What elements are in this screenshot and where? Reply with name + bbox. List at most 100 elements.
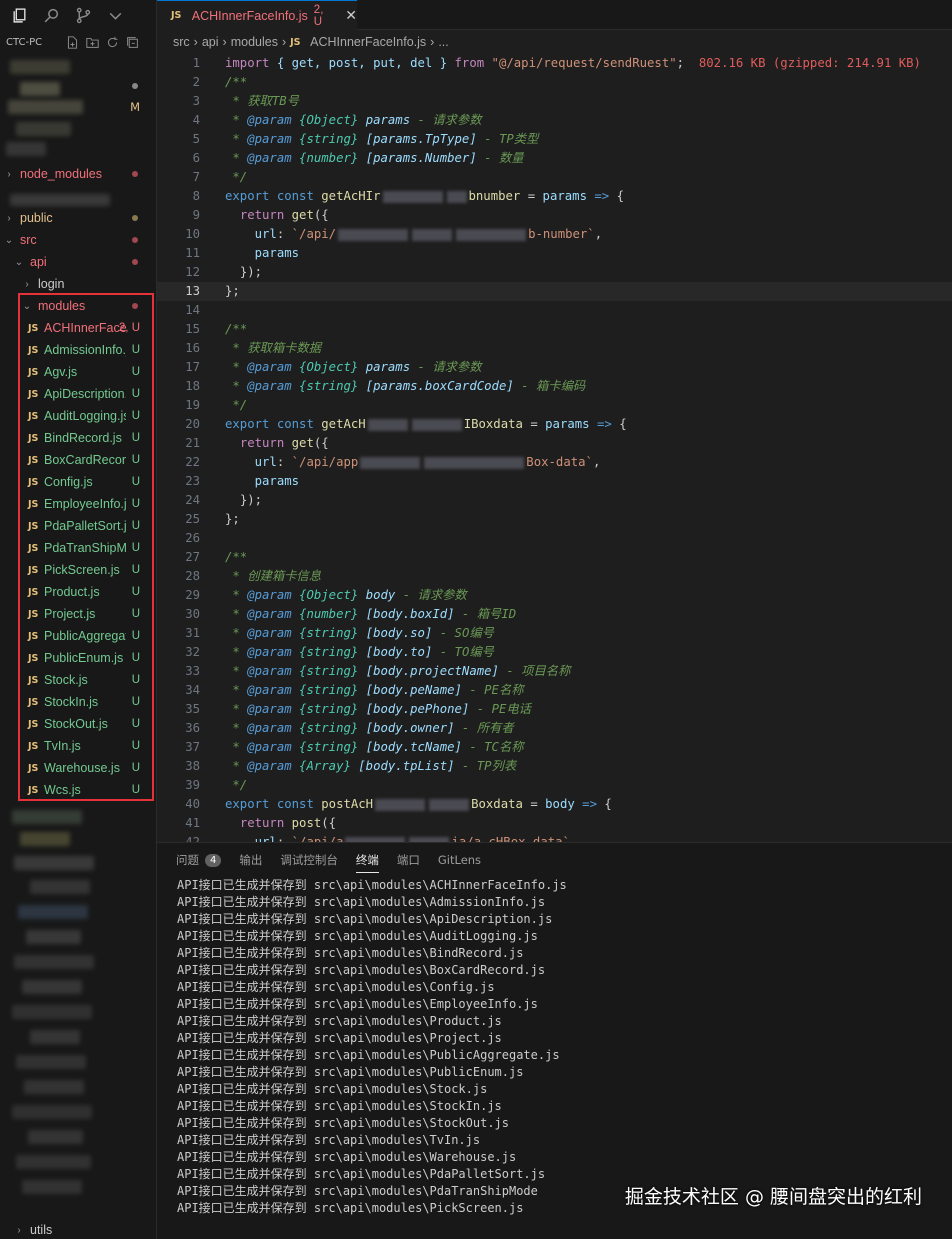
- code-line[interactable]: 13};: [157, 282, 952, 301]
- folder-modules[interactable]: ⌄ modules: [0, 295, 156, 317]
- code-line[interactable]: 29 * @param {Object} body - 请求参数: [157, 586, 952, 605]
- code-line[interactable]: 40 export const postAcH Boxdata = body => …: [157, 795, 952, 814]
- code-line[interactable]: 9 return get({: [157, 206, 952, 225]
- tab-achinnerfaceinfo[interactable]: JS ACHInnerFaceInfo.js 2, U ✕: [157, 0, 357, 30]
- file-item[interactable]: JS Config.js U: [0, 471, 156, 493]
- file-item[interactable]: JS Wcs.js U: [0, 779, 156, 801]
- code-line[interactable]: 19 */: [157, 396, 952, 415]
- code-line[interactable]: 42 url: `/api/a ia/a-cHBox-data`,: [157, 833, 952, 842]
- code-line[interactable]: 2 /**: [157, 73, 952, 92]
- code-line[interactable]: 1 import { get, post, put, del } from "@/…: [157, 54, 952, 73]
- code-line[interactable]: 3 * 获取TB号: [157, 92, 952, 111]
- folder-src[interactable]: ⌄ src: [0, 229, 156, 251]
- file-item[interactable]: JS EmployeeInfo.js U: [0, 493, 156, 515]
- code-line[interactable]: 26: [157, 529, 952, 548]
- code-line[interactable]: 30 * @param {number} [body.boxId] - 箱号ID: [157, 605, 952, 624]
- status-dot: [132, 259, 138, 265]
- code-line[interactable]: 38 * @param {Array} [body.tpList] - TP列表: [157, 757, 952, 776]
- folder-login[interactable]: › login: [0, 273, 156, 295]
- code-line[interactable]: 16 * 获取箱卡数据: [157, 339, 952, 358]
- code-line[interactable]: 12 });: [157, 263, 952, 282]
- code-line[interactable]: 14: [157, 301, 952, 320]
- code-line[interactable]: 17 * @param {Object} params - 请求参数: [157, 358, 952, 377]
- tab-problems[interactable]: 问题 4: [176, 843, 222, 877]
- code-line[interactable]: 35 * @param {string} [body.pePhone] - PE…: [157, 700, 952, 719]
- file-item[interactable]: JS Product.js U: [0, 581, 156, 603]
- file-item[interactable]: JS TvIn.js U: [0, 735, 156, 757]
- code-line[interactable]: 28 * 创建箱卡信息: [157, 567, 952, 586]
- new-folder-icon[interactable]: [84, 34, 100, 50]
- code-line[interactable]: 21 return get({: [157, 434, 952, 453]
- chevron-down-icon[interactable]: [104, 4, 126, 26]
- folder-node-modules[interactable]: › node_modules: [0, 163, 156, 185]
- line-number: 11: [185, 246, 200, 260]
- redacted-block: [446, 190, 467, 203]
- line-number: 3: [192, 94, 200, 108]
- code-line[interactable]: 36 * @param {string} [body.owner] - 所有者: [157, 719, 952, 738]
- code-line[interactable]: 4 * @param {Object} params - 请求参数: [157, 111, 952, 130]
- js-file-icon: JS: [28, 696, 39, 708]
- folder-utils[interactable]: › utils: [0, 1219, 156, 1239]
- code-line[interactable]: 7 */: [157, 168, 952, 187]
- code-line[interactable]: 15 /**: [157, 320, 952, 339]
- code-line[interactable]: 37 * @param {string} [body.tcName] - TC名…: [157, 738, 952, 757]
- code-line[interactable]: 22 url: `/api/app Box-data`,: [157, 453, 952, 472]
- code-line[interactable]: 11 params: [157, 244, 952, 263]
- code-line[interactable]: 39 */: [157, 776, 952, 795]
- file-item[interactable]: JS PickScreen.js U: [0, 559, 156, 581]
- code-line[interactable]: 18 * @param {string} [params.boxCardCode…: [157, 377, 952, 396]
- breadcrumb-symbols[interactable]: ...: [438, 35, 448, 49]
- file-item[interactable]: JS BoxCardRecord.js U: [0, 449, 156, 471]
- file-item[interactable]: JS ApiDescription.js U: [0, 383, 156, 405]
- code-line[interactable]: 24 });: [157, 491, 952, 510]
- file-item[interactable]: JS PublicAggregate.js U: [0, 625, 156, 647]
- tab-output[interactable]: 输出: [239, 843, 262, 877]
- collapse-all-icon[interactable]: [124, 34, 140, 50]
- breadcrumb-file[interactable]: ACHInnerFaceInfo.js: [310, 35, 426, 49]
- code-editor[interactable]: 1 import { get, post, put, del } from "@/…: [157, 54, 952, 842]
- file-item[interactable]: JS StockOut.js U: [0, 713, 156, 735]
- file-item[interactable]: JS Project.js U: [0, 603, 156, 625]
- code-line[interactable]: 33 * @param {string} [body.projectName] …: [157, 662, 952, 681]
- workspace-name[interactable]: CTC-PC: [6, 37, 42, 48]
- file-item[interactable]: JS BindRecord.js U: [0, 427, 156, 449]
- blurred-item: [20, 82, 60, 96]
- new-file-icon[interactable]: [64, 34, 80, 50]
- code-line[interactable]: 10 url: `/api/b-number`,: [157, 225, 952, 244]
- file-item[interactable]: JS StockIn.js U: [0, 691, 156, 713]
- code-line[interactable]: 6 * @param {number} [params.Number] - 数量: [157, 149, 952, 168]
- file-item[interactable]: JS PdaTranShipMode.js U: [0, 537, 156, 559]
- folder-public[interactable]: › public: [0, 207, 156, 229]
- file-item[interactable]: JS PdaPalletSort.js U: [0, 515, 156, 537]
- file-item[interactable]: JS PublicEnum.js U: [0, 647, 156, 669]
- code-line[interactable]: 8 export const getAcHIr bnumber = params =…: [157, 187, 952, 206]
- code-line[interactable]: 34 * @param {string} [body.peName] - PE名…: [157, 681, 952, 700]
- code-line[interactable]: 31 * @param {string} [body.so] - SO编号: [157, 624, 952, 643]
- file-item[interactable]: JS Warehouse.js U: [0, 757, 156, 779]
- tab-terminal[interactable]: 终端: [355, 843, 379, 877]
- search-icon[interactable]: [40, 4, 62, 26]
- breadcrumb-modules[interactable]: modules: [231, 35, 278, 49]
- breadcrumb-api[interactable]: api: [202, 35, 219, 49]
- tab-debug-console[interactable]: 调试控制台: [280, 843, 338, 877]
- file-item[interactable]: JS AuditLogging.js U: [0, 405, 156, 427]
- file-item[interactable]: JS Stock.js U: [0, 669, 156, 691]
- source-control-icon[interactable]: [72, 4, 94, 26]
- code-line[interactable]: 32 * @param {string} [body.to] - TO编号: [157, 643, 952, 662]
- file-item[interactable]: JS ACHInnerFaceInfo.js2, U: [0, 317, 156, 339]
- file-item[interactable]: JS AdmissionInfo.js U: [0, 339, 156, 361]
- tab-ports[interactable]: 端口: [397, 843, 420, 877]
- folder-api[interactable]: ⌄ api: [0, 251, 156, 273]
- code-line[interactable]: 41 return post({: [157, 814, 952, 833]
- files-icon[interactable]: [8, 4, 30, 26]
- code-line[interactable]: 27 /**: [157, 548, 952, 567]
- breadcrumb-src[interactable]: src: [173, 35, 190, 49]
- code-line[interactable]: 20 export const getAcH IBoxdata = params =…: [157, 415, 952, 434]
- close-icon[interactable]: ✕: [345, 7, 357, 24]
- code-line[interactable]: 25};: [157, 510, 952, 529]
- code-line[interactable]: 23 params: [157, 472, 952, 491]
- tab-gitlens[interactable]: GitLens: [438, 843, 481, 877]
- refresh-icon[interactable]: [104, 34, 120, 50]
- code-line[interactable]: 5 * @param {string} [params.TpType] - TP…: [157, 130, 952, 149]
- file-item[interactable]: JS Agv.js U: [0, 361, 156, 383]
